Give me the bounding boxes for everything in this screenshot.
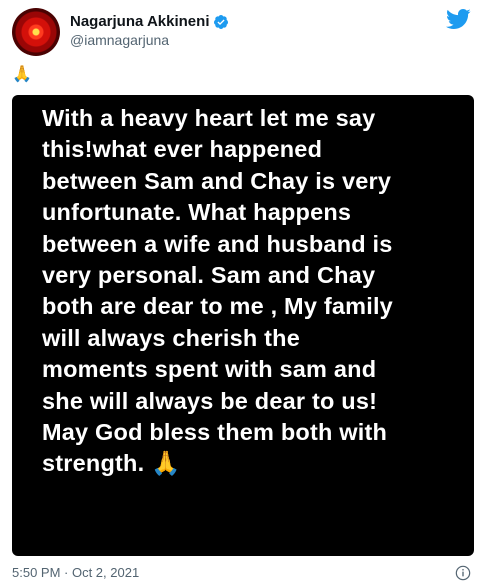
tweet-timestamp[interactable]: 5:50 PM · Oct 2, 2021 — [12, 565, 139, 580]
tweet-header: Nagarjuna Akkineni @iamnagarjuna — [12, 8, 473, 58]
avatar[interactable] — [12, 8, 60, 56]
tweet-emoji: 🙏 — [12, 66, 32, 83]
twitter-bird-icon[interactable] — [445, 8, 471, 30]
info-icon[interactable] — [455, 565, 471, 581]
verified-badge-icon — [214, 14, 229, 29]
tweet-image-text: With a heavy heart let me say this!what … — [42, 105, 393, 477]
author-names: Nagarjuna Akkineni @iamnagarjuna — [70, 13, 229, 48]
display-name-row: Nagarjuna Akkineni — [70, 13, 229, 30]
tweet-image[interactable]: With a heavy heart let me say this!what … — [12, 95, 474, 556]
display-name[interactable]: Nagarjuna Akkineni — [70, 13, 209, 30]
author-handle[interactable]: @iamnagarjuna — [70, 32, 229, 48]
